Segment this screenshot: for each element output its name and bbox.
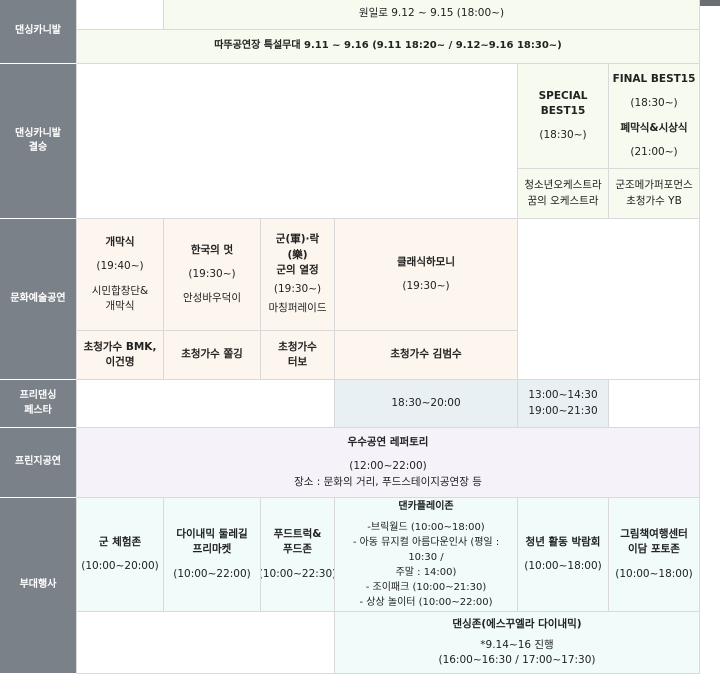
culture-guest-3-cell: 초청가수 터보 bbox=[261, 331, 335, 380]
culture-korea-time: (19:30~) bbox=[188, 267, 236, 280]
fringe-empty-cell-right bbox=[609, 380, 700, 428]
culture-classic-title: 클래식하모니 bbox=[397, 255, 455, 268]
fringe-time-1: 18:30~20:00 bbox=[391, 396, 461, 409]
special-guest-cell: 청소년오케스트라 꿈의 오케스트라 bbox=[518, 169, 609, 219]
culture-korea-title: 한국의 멋 bbox=[190, 243, 234, 256]
culture-guest-2-text: 초청가수 쫄깅 bbox=[181, 348, 243, 361]
row-header-fringe-festa: 프리댄싱 페스타 bbox=[0, 380, 77, 428]
side-playzone-line: 주말 : 14:00) bbox=[395, 567, 457, 578]
carnival-stage-cell: 따뚜공연장 특설무대 9.11 ~ 9.16 (9.11 18:20~ / 9.… bbox=[77, 30, 700, 64]
side-market-time: (10:00~22:00) bbox=[173, 567, 251, 580]
side-military-cell: 군 체험존 (10:00~20:00) bbox=[77, 498, 164, 612]
special-best15-cell: SPECIAL BEST15 (18:30~) bbox=[518, 64, 609, 169]
culture-classic-cell: 클래식하모니 (19:30~) bbox=[335, 219, 518, 331]
side-market-title: 다이내믹 둘레길 프리마켓 bbox=[176, 528, 248, 556]
side-food-time: (10:00~22:30) bbox=[261, 567, 335, 580]
final-empty-cell bbox=[77, 64, 518, 219]
carnival-street-text: 원일로 9.12 ~ 9.15 (18:00~) bbox=[358, 6, 505, 19]
row-header-culture: 문화예술공연 bbox=[0, 219, 77, 380]
carnival-stage-text: 따뚜공연장 특설무대 9.11 ~ 9.16 (9.11 18:20~ / 9.… bbox=[214, 40, 562, 52]
side-photozone-cell: 그림책여행센터 이담 포토존 (10:00~18:00) bbox=[609, 498, 700, 612]
fringe-time-cell-1: 18:30~20:00 bbox=[335, 380, 518, 428]
row-header-carnival: 댄싱카니발 bbox=[0, 0, 77, 64]
fringe-empty-cell-left bbox=[77, 380, 335, 428]
culture-opening-title: 개막식 bbox=[105, 236, 135, 249]
culture-classic-time: (19:30~) bbox=[402, 280, 450, 292]
side-youth-cell: 청년 활동 박람회 (10:00~18:00) bbox=[518, 498, 609, 612]
final-best15-time: (18:30~) bbox=[630, 97, 678, 110]
side-food-cell: 푸드트럭& 푸드존 (10:00~22:30) bbox=[261, 498, 335, 612]
side-military-time: (10:00~20:00) bbox=[81, 560, 159, 572]
side-playzone-line: -브릭월드 (10:00~18:00) bbox=[367, 522, 485, 533]
row-header-label: 문화예술공연 bbox=[10, 292, 66, 304]
side-dancezone-cell: 댄싱존(에스꾸엘라 다이내믹) *9.14~16 진행 (16:00~16:30… bbox=[335, 612, 700, 674]
fringe-time-cell-2: 13:00~14:30 19:00~21:30 bbox=[518, 380, 609, 428]
side-playzone-cell: 댄카플레이존 -브릭월드 (10:00~18:00) - 아동 뮤지컬 아름다운… bbox=[335, 498, 518, 612]
culture-guest-1-text: 초청가수 BMK, 이건명 bbox=[83, 340, 157, 368]
culture-military-cell: 군(軍)·락 (樂) 군의 열정 (19:30~) 마칭퍼레이드 bbox=[261, 219, 335, 331]
culture-guest-4-cell: 초청가수 김범수 bbox=[335, 331, 518, 380]
closing-ceremony-title: 폐막식&시상식 bbox=[620, 121, 688, 134]
carnival-street-cell: 원일로 9.12 ~ 9.15 (18:00~) bbox=[164, 0, 700, 30]
culture-opening-cell: 개막식 (19:40~) 시민합창단& 개막식 bbox=[77, 219, 164, 331]
final-guest-text: 군조메가퍼포먼스 초청가수 YB bbox=[615, 179, 693, 207]
side-playzone-line: - 아동 뮤지컬 아름다운인사 (평일 : 10:30 / bbox=[352, 537, 500, 563]
final-guest-cell: 군조메가퍼포먼스 초청가수 YB bbox=[609, 169, 700, 219]
final-best15-cell: FINAL BEST15 (18:30~) 폐막식&시상식 (21:00~) bbox=[609, 64, 700, 169]
closing-ceremony-time: (21:00~) bbox=[630, 145, 678, 158]
side-food-title: 푸드트럭& 푸드존 bbox=[273, 528, 322, 556]
row-header-fringe-stage: 프린지공연 bbox=[0, 428, 77, 498]
culture-military-desc: 마칭퍼레이드 bbox=[268, 302, 327, 315]
fringe-stage-cell: 우수공연 레퍼토리 (12:00~22:00) 장소 : 문화의 거리, 푸드스… bbox=[77, 428, 700, 498]
side-photozone-time: (10:00~18:00) bbox=[615, 567, 693, 580]
carnival-empty-cell bbox=[77, 0, 164, 30]
culture-guest-4-text: 초청가수 김범수 bbox=[390, 348, 462, 361]
culture-korea-desc: 안성바우덕이 bbox=[183, 292, 241, 305]
side-playzone-line: - 상상 놀이터 (10:00~22:00) bbox=[359, 597, 493, 608]
culture-opening-time: (19:40~) bbox=[96, 260, 144, 273]
side-youth-time: (10:00~18:00) bbox=[524, 560, 602, 572]
row-header-label: 프린지공연 bbox=[15, 456, 61, 468]
culture-opening-desc: 시민합창단& 개막식 bbox=[91, 284, 149, 312]
culture-military-time: (19:30~) bbox=[273, 283, 322, 296]
side-military-title: 군 체험존 bbox=[98, 535, 142, 548]
side-playzone-line: - 조이패크 (10:00~21:30) bbox=[365, 582, 487, 593]
row-header-label: 부대행사 bbox=[19, 579, 57, 591]
culture-korea-cell: 한국의 멋 (19:30~) 안성바우덕이 bbox=[164, 219, 261, 331]
row-header-label: 프리댄싱 페스타 bbox=[19, 390, 57, 416]
side-youth-title: 청년 활동 박람회 bbox=[525, 535, 601, 548]
fringe-time-2: 13:00~14:30 19:00~21:30 bbox=[528, 389, 598, 417]
side-dancezone-time: (16:00~16:30 / 17:00~17:30) bbox=[438, 654, 596, 667]
side-photozone-title: 그림책여행센터 이담 포토존 bbox=[620, 528, 688, 556]
special-best15-time: (18:30~) bbox=[539, 129, 587, 142]
culture-military-title: 군(軍)·락 (樂) 군의 열정 bbox=[275, 233, 320, 276]
culture-empty-cell bbox=[518, 219, 700, 380]
fringe-stage-time: (12:00~22:00) bbox=[349, 460, 427, 473]
side-market-cell: 다이내믹 둘레길 프리마켓 (10:00~22:00) bbox=[164, 498, 261, 612]
fringe-stage-place: 장소 : 문화의 거리, 푸드스테이지공연장 등 bbox=[294, 475, 482, 488]
side-dancezone-note: *9.14~16 진행 bbox=[480, 638, 554, 651]
culture-guest-3-text: 초청가수 터보 bbox=[278, 340, 317, 368]
row-header-label: 댄싱카니발 결승 bbox=[15, 127, 61, 154]
side-dancezone-title: 댄싱존(에스꾸엘라 다이내믹) bbox=[452, 617, 582, 630]
fringe-stage-title: 우수공연 레퍼토리 bbox=[347, 436, 429, 449]
side-playzone-title: 댄카플레이존 bbox=[398, 501, 454, 512]
culture-guest-1-cell: 초청가수 BMK, 이건명 bbox=[77, 331, 164, 380]
side-empty-cell bbox=[77, 612, 335, 674]
culture-guest-2-cell: 초청가수 쫄깅 bbox=[164, 331, 261, 380]
row-header-side-events: 부대행사 bbox=[0, 498, 77, 674]
special-guest-text: 청소년오케스트라 꿈의 오케스트라 bbox=[524, 179, 602, 207]
row-header-label: 댄싱카니발 bbox=[15, 25, 61, 37]
special-best15-title: SPECIAL BEST15 bbox=[538, 89, 588, 117]
final-best15-title: FINAL BEST15 bbox=[612, 73, 696, 86]
row-header-carnival-final: 댄싱카니발 결승 bbox=[0, 64, 77, 219]
